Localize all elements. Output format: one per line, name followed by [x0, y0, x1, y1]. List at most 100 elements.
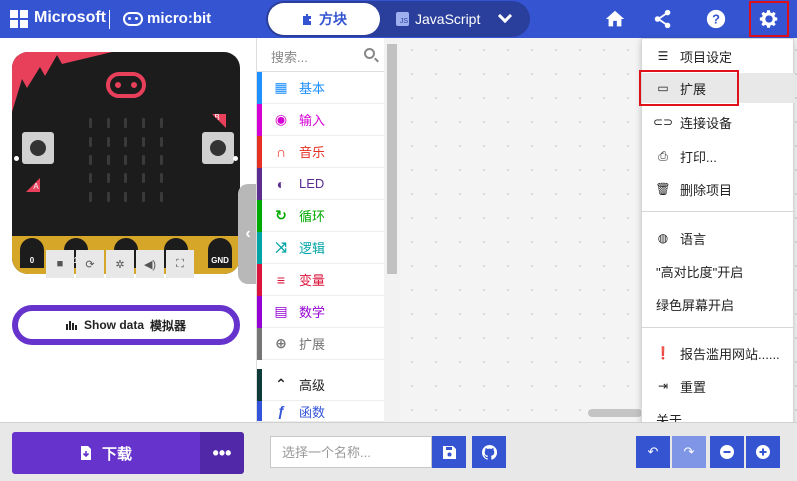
share-icon: [654, 9, 671, 29]
category-input[interactable]: ◉ 输入: [257, 104, 385, 136]
menu-item-language[interactable]: ◍ 语言: [642, 223, 795, 253]
board-button-b[interactable]: [202, 132, 234, 164]
search-placeholder: 搜索...: [271, 50, 308, 65]
toolbox-search-input[interactable]: 搜索...: [257, 38, 385, 72]
category-label: 音乐: [299, 145, 326, 160]
menu-item-green-screen[interactable]: 绿色屏幕开启: [642, 289, 795, 319]
restart-button[interactable]: ⟳: [76, 250, 104, 278]
category-basic[interactable]: ▦ 基本: [257, 72, 385, 104]
menu-item-label: 项目设定: [680, 49, 733, 65]
js-file-icon: JS: [396, 12, 409, 26]
share-button[interactable]: [644, 0, 682, 38]
project-name-input[interactable]: [270, 436, 432, 468]
home-button[interactable]: [596, 0, 634, 38]
category-logic[interactable]: ⤨ 逻辑: [257, 232, 385, 264]
menu-item-label: "高对比度"开启: [656, 264, 744, 280]
menu-item-reset[interactable]: ⇥ 重置: [642, 371, 795, 401]
led-matrix: [82, 114, 170, 206]
print-icon: ⎙: [658, 148, 668, 163]
scrollbar-thumb[interactable]: [387, 44, 397, 274]
category-math[interactable]: ▤ 数学: [257, 296, 385, 328]
category-loops[interactable]: ↻ 循环: [257, 200, 385, 232]
category-label: 数学: [299, 305, 326, 320]
category-functions[interactable]: ƒ 函数: [257, 401, 385, 422]
blocks-mode-label: 方块: [319, 11, 347, 27]
header-divider: [109, 10, 110, 29]
volume-icon: ◀): [143, 258, 157, 271]
block-toolbox: 搜索... ▦ 基本 ◉ 输入 ∩ 音乐 ◐ LED ↻ 循环 ⤨ 逻辑 ≡ 变…: [256, 38, 385, 422]
bug-icon: ✲: [115, 258, 125, 271]
stop-icon: ■: [56, 258, 64, 270]
grid-icon: ▦: [274, 79, 288, 95]
menu-item-label: 报告滥用网站......: [680, 346, 780, 362]
download-more-button[interactable]: •••: [200, 432, 244, 474]
top-header: Microsoft micro:bit 方块 JS JavaScript ?: [0, 0, 797, 38]
svg-text:?: ?: [712, 12, 720, 27]
javascript-mode-button[interactable]: JS JavaScript: [392, 3, 502, 35]
list-icon: ≡: [276, 271, 286, 288]
category-advanced[interactable]: ⌃ 高级: [257, 369, 385, 401]
category-label: 扩展: [299, 337, 326, 352]
board-logo-icon[interactable]: [106, 72, 146, 98]
board-button-a[interactable]: [22, 132, 54, 164]
workspace-scrollbar[interactable]: [588, 409, 642, 417]
zoom-out-button[interactable]: [710, 436, 744, 468]
category-variables[interactable]: ≡ 变量: [257, 264, 385, 296]
fullscreen-icon: ⛶: [176, 257, 184, 270]
menu-item-label: 打印...: [680, 149, 717, 165]
show-data-button[interactable]: Show data 模拟器: [12, 305, 240, 345]
simulator-panel: A B 0 1 2 3V GND ■ ⟳ ✲ ◀) ⛶ Show data 模拟…: [0, 38, 256, 422]
home-icon: [605, 10, 625, 27]
blocks-mode-button[interactable]: 方块: [268, 3, 380, 35]
download-button[interactable]: 下载: [12, 432, 200, 474]
category-label: 输入: [299, 113, 326, 128]
zoom-in-button[interactable]: [746, 436, 780, 468]
calculator-icon: ▤: [274, 303, 288, 319]
javascript-mode-label: JavaScript: [415, 11, 481, 27]
category-label: 高级: [299, 378, 326, 393]
menu-item-label: 语言: [680, 231, 707, 247]
save-button[interactable]: [432, 436, 466, 468]
board-side-dot: [233, 156, 238, 161]
shuffle-icon: ⤨: [275, 239, 287, 255]
category-label: 函数: [299, 404, 326, 420]
menu-item-print[interactable]: ⎙ 打印...: [642, 141, 795, 171]
trash-icon: 🗑: [655, 182, 671, 196]
category-led[interactable]: ◐ LED: [257, 168, 385, 200]
signout-icon: ⇥: [657, 379, 669, 393]
mute-button[interactable]: ◀): [136, 250, 164, 278]
menu-item-connect-device[interactable]: ⊂⊃ 连接设备: [642, 107, 795, 137]
pin-0[interactable]: 0: [20, 238, 44, 268]
target-icon: ◉: [274, 111, 288, 127]
toolbox-scrollbar[interactable]: [384, 38, 400, 422]
extensions-highlight-box: [639, 70, 739, 106]
category-extensions[interactable]: ⊕ 扩展: [257, 328, 385, 360]
zoom-out-icon: [720, 445, 734, 459]
bottom-toolbar: 下载 ••• ↶ ↷: [0, 422, 797, 481]
menu-item-report-abuse[interactable]: ❗ 报告滥用网站......: [642, 338, 795, 368]
pin-gnd[interactable]: GND: [208, 238, 232, 268]
download-icon: [80, 446, 91, 460]
help-icon: ?: [706, 9, 726, 29]
globe-icon: ◍: [657, 231, 669, 245]
fullscreen-button[interactable]: ⛶: [166, 250, 194, 278]
board-decoration: [12, 52, 112, 112]
menu-item-delete-project[interactable]: 🗑 删除项目: [642, 174, 795, 204]
menu-divider: [642, 211, 795, 212]
product-name[interactable]: micro:bit: [147, 10, 211, 27]
menu-item-high-contrast[interactable]: "高对比度"开启: [642, 256, 795, 286]
menu-item-label: 绿色屏幕开启: [656, 297, 735, 313]
redo-button[interactable]: ↷: [672, 436, 706, 468]
help-button[interactable]: ?: [697, 0, 735, 38]
microsoft-logo-icon: [10, 10, 28, 28]
menu-item-project-settings[interactable]: ☰ 项目设定: [642, 41, 795, 71]
stop-button[interactable]: ■: [46, 250, 74, 278]
settings-button[interactable]: [749, 1, 789, 37]
collapse-simulator-button[interactable]: ‹: [238, 184, 258, 284]
button-a-label: A: [26, 178, 40, 192]
github-button[interactable]: [472, 436, 506, 468]
category-music[interactable]: ∩ 音乐: [257, 136, 385, 168]
debug-button[interactable]: ✲: [106, 250, 134, 278]
board-side-dot: [14, 156, 19, 161]
undo-button[interactable]: ↶: [636, 436, 670, 468]
